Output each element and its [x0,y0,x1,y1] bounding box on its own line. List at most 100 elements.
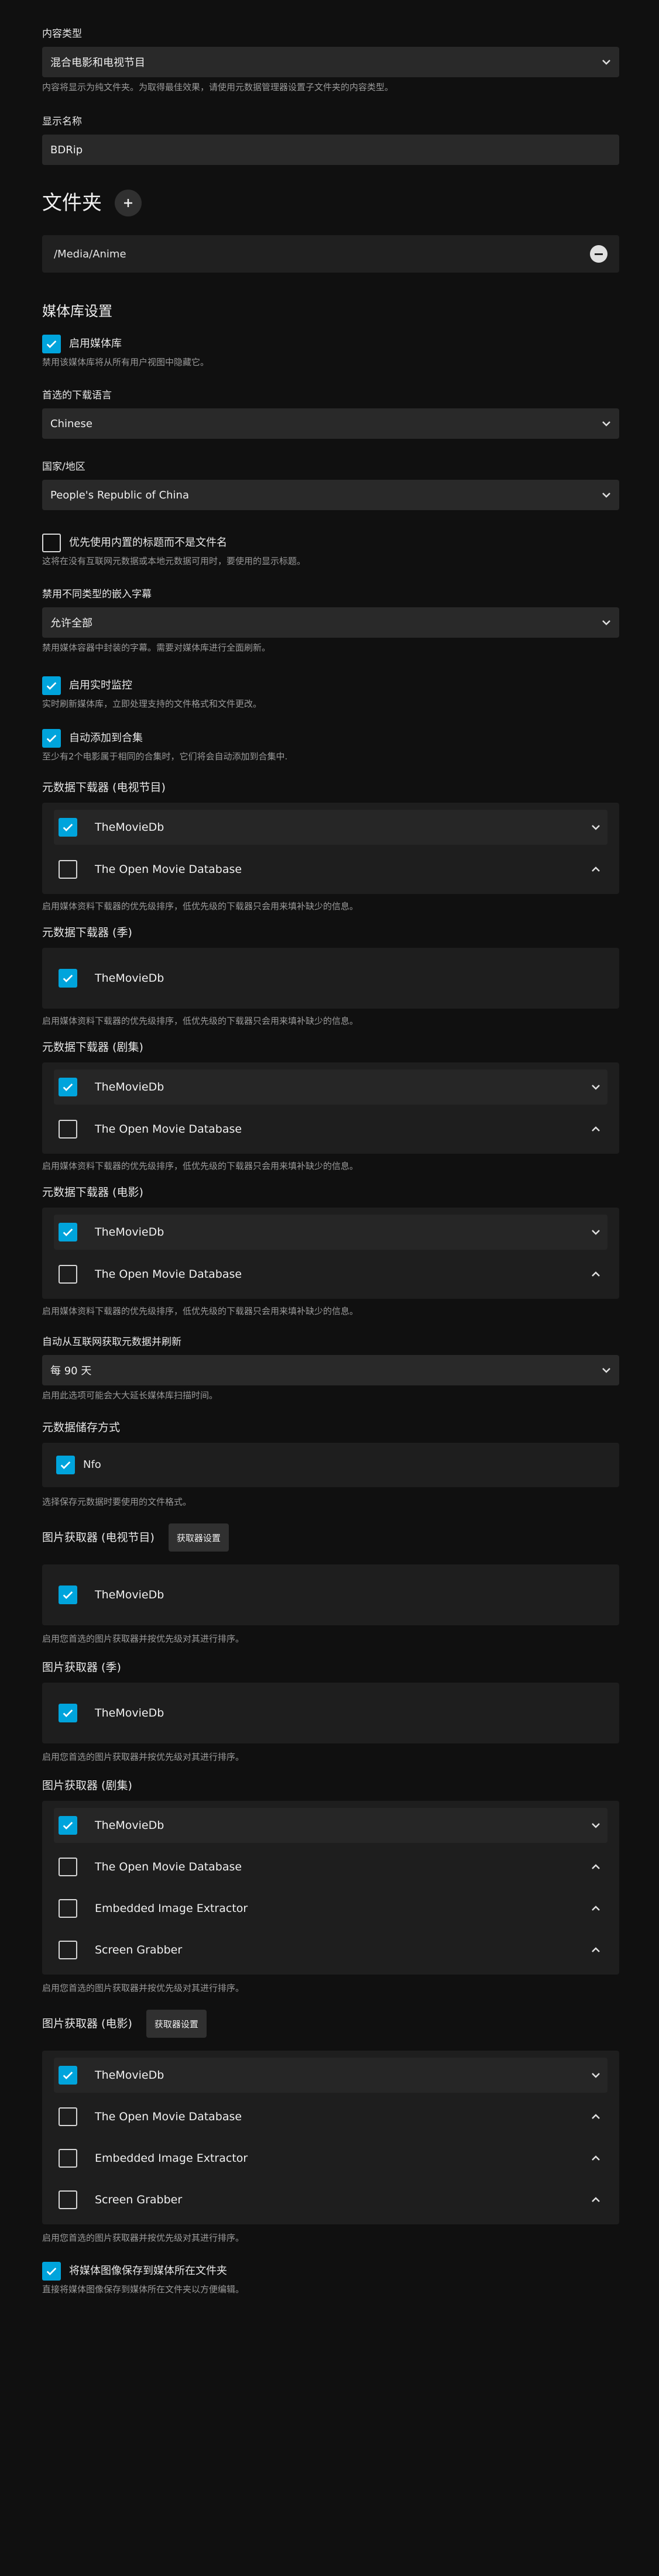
chevron-down-icon[interactable] [589,1225,603,1239]
auto-refresh-label: 自动从互联网获取元数据并刷新 [42,1336,181,1348]
chevron-up-icon[interactable] [589,2110,603,2124]
remove-folder-button[interactable] [590,245,607,263]
checkbox-unchecked[interactable] [59,1941,77,1959]
fetcher-settings-button[interactable]: 获取器设置 [146,2010,207,2038]
check-icon [63,2071,73,2079]
provider-item[interactable]: TheMovieDb [54,1069,607,1105]
chevron-up-icon[interactable] [589,2193,603,2207]
content-type-group: 内容类型 混合电影和电视节目 内容将显示为纯文件夹。为取得最佳效果，请使用元数据… [42,27,619,94]
checkbox-unchecked[interactable] [59,860,77,879]
auto-refresh-select[interactable]: 每 90 天 [42,1355,619,1385]
checkbox-unchecked[interactable] [42,534,61,552]
check-icon [46,340,57,348]
chevron-up-icon[interactable] [589,1901,603,1915]
check-icon [63,974,73,982]
checkbox-checked[interactable] [59,818,77,837]
country-group: 国家/地区 People's Republic of China [42,460,619,510]
metadata-tv-title: 元数据下载器 (电视节目) [42,781,166,794]
chevron-up-icon[interactable] [589,862,603,876]
checkbox-unchecked[interactable] [59,2107,77,2126]
provider-item[interactable]: TheMovieDb [54,1808,607,1843]
display-name-label: 显示名称 [42,116,82,128]
chevron-down-icon[interactable] [589,1818,603,1832]
checkbox-checked[interactable] [42,729,61,748]
realtime-monitor-checkbox[interactable]: 启用实时监控 [42,676,619,695]
checkbox-unchecked[interactable] [59,2190,77,2209]
provider-item[interactable]: The Open Movie Database [54,1112,607,1147]
library-editor: 内容类型 混合电影和电视节目 内容将显示为纯文件夹。为取得最佳效果，请使用元数据… [0,0,659,2576]
chevron-down-icon[interactable] [589,1080,603,1094]
checkbox-checked[interactable] [42,335,61,353]
provider-item[interactable]: The Open Movie Database [54,1849,607,1884]
content-type-help: 内容将显示为纯文件夹。为取得最佳效果，请使用元数据管理器设置子文件夹的内容类型。 [42,82,394,92]
prefer-embedded-titles-checkbox[interactable]: 优先使用内置的标题而不是文件名 [42,534,619,552]
checkbox-unchecked[interactable] [59,1899,77,1918]
auto-refresh-group: 自动从互联网获取元数据并刷新 每 90 天 启用此选项可能会大大延长媒体库扫描时… [42,1335,619,1402]
provider-item[interactable]: TheMovieDb [54,810,607,845]
chevron-up-icon[interactable] [589,2151,603,2165]
checkbox-unchecked[interactable] [59,1265,77,1284]
country-value: People's Republic of China [50,489,189,501]
content-type-select[interactable]: 混合电影和电视节目 [42,47,619,77]
chevron-down-icon[interactable] [589,2068,603,2082]
provider-item[interactable]: TheMovieDb [54,1215,607,1250]
realtime-monitor-label: 启用实时监控 [69,679,132,692]
download-language-group: 首选的下载语言 Chinese [42,388,619,439]
save-artwork-checkbox[interactable]: 将媒体图像保存到媒体所在文件夹 [42,2262,619,2281]
enable-library-checkbox[interactable]: 启用媒体库 [42,335,619,353]
auto-collections-label: 自动添加到合集 [69,732,143,744]
metadata-season-title: 元数据下载器 (季) [42,926,132,939]
checkbox-unchecked[interactable] [59,1858,77,1876]
download-language-select[interactable]: Chinese [42,408,619,439]
checkbox-unchecked[interactable] [59,2149,77,2168]
provider-item[interactable]: Embedded Image Extractor [54,2141,607,2176]
check-icon [46,734,57,742]
provider-item[interactable]: Screen Grabber [54,1932,607,1968]
chevron-up-icon[interactable] [589,1860,603,1874]
library-settings-title: 媒体库设置 [42,303,112,319]
check-icon [63,1228,73,1236]
provider-name: The Open Movie Database [95,2110,242,2123]
provider-item[interactable]: TheMovieDb [54,1695,607,1731]
fetcher-settings-button[interactable]: 获取器设置 [168,1523,229,1552]
auto-collections-group: 自动添加到合集 至少有2个电影属于相同的合集时，它们将会自动添加到合集中. [42,729,619,763]
metadata-savers-list: Nfo [42,1443,619,1487]
provider-item[interactable]: The Open Movie Database [54,2099,607,2134]
country-select[interactable]: People's Republic of China [42,480,619,510]
provider-name: TheMovieDb [95,821,164,834]
display-name-input[interactable]: BDRip [42,135,619,165]
chevron-down-icon[interactable] [589,820,603,834]
checkbox-checked[interactable] [56,1456,75,1474]
checkbox-checked[interactable] [59,2066,77,2085]
checkbox-unchecked[interactable] [59,1120,77,1139]
provider-item[interactable]: TheMovieDb [54,1577,607,1612]
chevron-up-icon[interactable] [589,1122,603,1136]
checkbox-checked[interactable] [59,1586,77,1604]
auto-collections-help: 至少有2个电影属于相同的合集时，它们将会自动添加到合集中. [42,751,288,762]
minus-icon [595,253,603,255]
saver-item[interactable]: Nfo [56,1456,605,1474]
provider-item[interactable]: Screen Grabber [54,2182,607,2217]
prefer-embedded-titles-label: 优先使用内置的标题而不是文件名 [69,536,227,549]
provider-item[interactable]: TheMovieDb [54,2058,607,2093]
checkbox-checked[interactable] [42,2262,61,2281]
provider-item[interactable]: TheMovieDb [54,961,607,996]
checkbox-checked[interactable] [59,969,77,988]
provider-item[interactable]: The Open Movie Database [54,852,607,887]
checkbox-checked[interactable] [42,676,61,695]
folder-item[interactable]: /Media/Anime [42,235,619,273]
checkbox-checked[interactable] [59,1078,77,1096]
disable-embedded-subs-select[interactable]: 允许全部 [42,607,619,638]
check-icon [46,2267,57,2275]
add-folder-button[interactable] [115,190,142,216]
provider-item[interactable]: Embedded Image Extractor [54,1891,607,1926]
checkbox-checked[interactable] [59,1223,77,1241]
image-movie-header: 图片获取器 (电影) 获取器设置 [42,2010,619,2038]
checkbox-checked[interactable] [59,1704,77,1722]
chevron-up-icon[interactable] [589,1267,603,1281]
auto-collections-checkbox[interactable]: 自动添加到合集 [42,729,619,748]
chevron-up-icon[interactable] [589,1943,603,1957]
checkbox-checked[interactable] [59,1816,77,1835]
provider-item[interactable]: The Open Movie Database [54,1257,607,1292]
image-episode-list: TheMovieDb The Open Movie Database Embed… [42,1801,619,1975]
